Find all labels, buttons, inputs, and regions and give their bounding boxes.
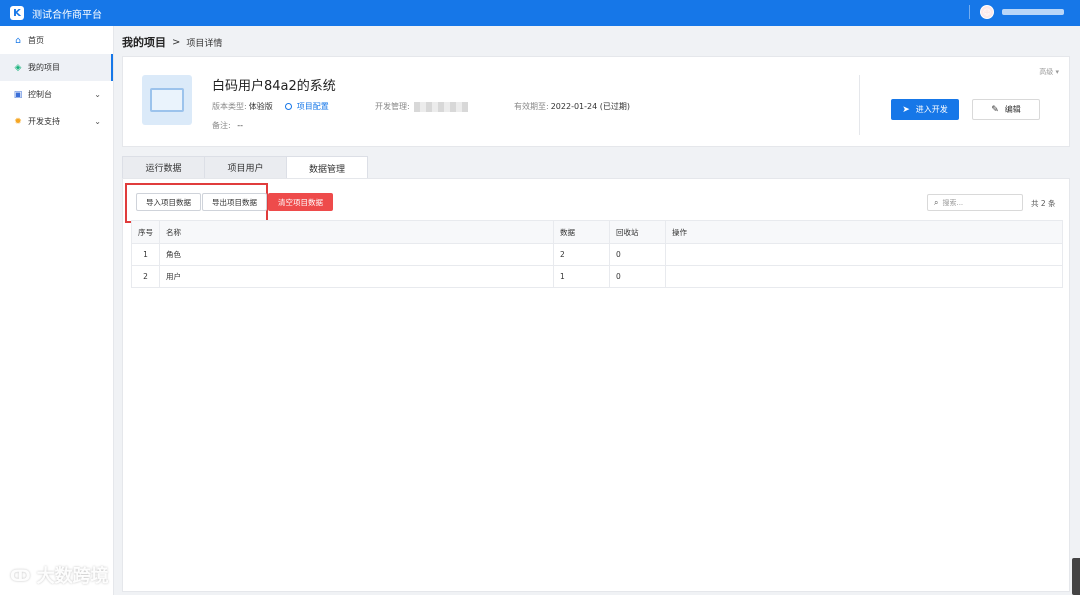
project-config-link[interactable]: 项目配置 (284, 101, 329, 112)
card-divider (859, 75, 860, 135)
layers-icon: ◈ (14, 62, 22, 73)
breadcrumb: 我的项目 > 项目详情 (122, 34, 222, 50)
tab-bar: 运行数据 项目用户 数据管理 (122, 156, 368, 179)
monitor-icon: ▣ (13, 89, 23, 100)
search-placeholder: 搜索... (942, 198, 964, 207)
cell-actions (665, 243, 1063, 266)
note-value: -- (237, 121, 244, 130)
cell-name: 用户 (159, 265, 554, 288)
tab-project-users[interactable]: 项目用户 (204, 156, 286, 179)
cell-actions (665, 265, 1063, 288)
chevron-down-icon: ⌄ (94, 90, 101, 99)
data-management-panel: 导入项目数据 导出项目数据 清空项目数据 ⌕ 搜索... 共 2 条 序号 名称… (122, 178, 1070, 592)
cell-data: 1 (553, 265, 610, 288)
edit-button[interactable]: ✎ 编辑 (972, 99, 1040, 120)
table-header-row: 序号 名称 数据 回收站 操作 (131, 220, 1063, 244)
breadcrumb-separator: > (172, 36, 181, 48)
col-recycle: 回收站 (609, 220, 666, 244)
project-icon (142, 75, 192, 125)
edit-label: 编辑 (1004, 105, 1021, 114)
project-title: 白码用户84a2的系统 (212, 79, 336, 94)
watermark: ↀ 大数跨境 (10, 562, 109, 588)
sidebar-item-label: 首页 (28, 36, 44, 45)
col-data: 数据 (553, 220, 610, 244)
home-icon: ⌂ (15, 35, 21, 46)
dev-manager: 开发管理: (375, 101, 468, 112)
dev-manager-blurred (413, 101, 468, 112)
chevron-down-icon: ⌄ (94, 117, 101, 126)
app-logo-icon[interactable]: K (10, 6, 24, 20)
top-bar: K 测试合作商平台 ☺ (0, 0, 1080, 26)
app-title: 测试合作商平台 (32, 9, 102, 21)
version-label: 版本类型: (212, 102, 247, 111)
advanced-dropdown[interactable]: 高级 ▾ (1039, 67, 1059, 77)
tab-data-management[interactable]: 数据管理 (286, 156, 368, 179)
sidebar-item-label: 开发支持 (28, 117, 60, 126)
table-row[interactable]: 1 角色 2 0 (131, 243, 1063, 266)
project-config-label: 项目配置 (296, 102, 329, 111)
export-data-button[interactable]: 导出项目数据 (202, 193, 267, 211)
table-row[interactable]: 2 用户 1 0 (131, 265, 1063, 288)
cell-index: 1 (131, 243, 160, 266)
col-name: 名称 (159, 220, 554, 244)
cell-name: 角色 (159, 243, 554, 266)
breadcrumb-project-detail: 项目详情 (186, 38, 223, 49)
watermark-logo-icon: ↀ (10, 565, 31, 585)
topbar-divider (969, 5, 970, 19)
user-name-blurred[interactable] (1002, 9, 1064, 15)
project-note: 备注: -- (212, 120, 243, 131)
dev-manager-label: 开发管理: (375, 102, 410, 111)
cell-index: 2 (131, 265, 160, 288)
cell-recycle: 0 (609, 243, 666, 266)
clear-data-button[interactable]: 清空项目数据 (268, 193, 333, 211)
col-actions: 操作 (665, 220, 1063, 244)
sidebar-item-label: 我的项目 (28, 63, 60, 72)
note-label: 备注: (212, 121, 231, 130)
watermark-text: 大数跨境 (36, 566, 109, 587)
user-area[interactable]: ☺ (969, 5, 1064, 19)
cell-recycle: 0 (609, 265, 666, 288)
config-circle-icon (284, 103, 292, 110)
data-table: 序号 名称 数据 回收站 操作 1 角色 2 0 2 用户 1 0 (131, 220, 1063, 288)
enter-dev-button[interactable]: ➤ 进入开发 (891, 99, 959, 120)
search-input[interactable]: ⌕ 搜索... (927, 194, 1023, 211)
sidebar-item-label: 控制台 (28, 90, 52, 99)
sidebar-item-my-projects[interactable]: ◈ 我的项目 (0, 54, 113, 81)
project-info-card: 白码用户84a2的系统 版本类型: 体验版 项目配置 开发管理: 有效期至: 2… (122, 56, 1070, 147)
user-avatar-icon[interactable]: ☺ (980, 5, 994, 19)
sidebar-item-home[interactable]: ⌂ 首页 (0, 27, 113, 54)
sidebar-item-console[interactable]: ▣ 控制台 ⌄ (0, 81, 113, 108)
expire-date: 有效期至: 2022-01-24 (已过期) (514, 101, 630, 112)
expire-value: 2022-01-24 (已过期) (550, 102, 630, 111)
col-index: 序号 (131, 220, 160, 244)
pencil-icon: ✎ (991, 104, 999, 115)
expire-label: 有效期至: (514, 102, 549, 111)
version-value: 体验版 (248, 102, 273, 111)
total-count: 共 2 条 (1031, 199, 1056, 208)
breadcrumb-my-projects[interactable]: 我的项目 (122, 34, 166, 50)
import-data-button[interactable]: 导入项目数据 (136, 193, 201, 211)
version-type: 版本类型: 体验版 项目配置 (212, 101, 329, 112)
gear-icon: ✹ (14, 116, 22, 127)
side-scroll-handle[interactable] (1072, 558, 1080, 595)
send-icon: ➤ (902, 104, 910, 115)
sidebar-item-dev-support[interactable]: ✹ 开发支持 ⌄ (0, 108, 113, 135)
tab-runtime-data[interactable]: 运行数据 (122, 156, 204, 179)
enter-dev-label: 进入开发 (915, 105, 948, 114)
search-icon: ⌕ (934, 197, 939, 207)
cell-data: 2 (553, 243, 610, 266)
sidebar: ⌂ 首页 ◈ 我的项目 ▣ 控制台 ⌄ ✹ 开发支持 ⌄ (0, 26, 114, 595)
